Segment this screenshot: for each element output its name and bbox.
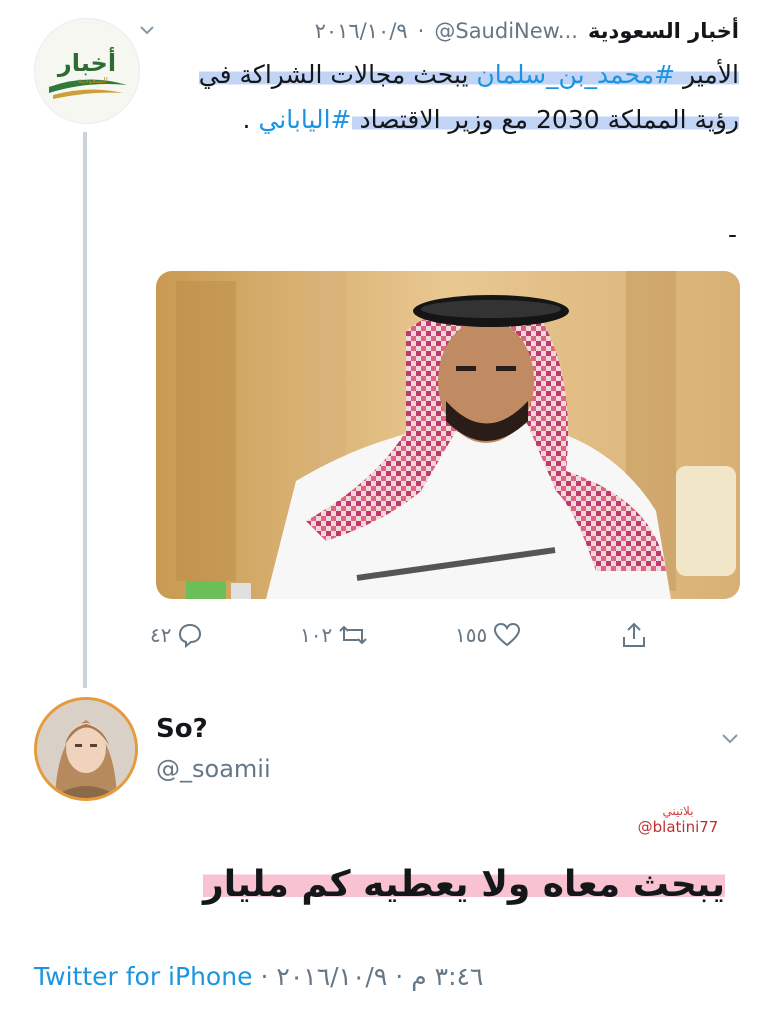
separator-dot: ·: [395, 962, 404, 991]
author-handle[interactable]: @SaudiNew...: [434, 19, 578, 43]
quoted-tweet-text: الأمير #محمد_بن_سلمان يبحث مجالات الشراك…: [149, 52, 739, 142]
share-button[interactable]: [620, 612, 648, 658]
tweet-time: ٣:٤٦ م: [411, 962, 484, 991]
svg-text:السعودية: السعودية: [78, 76, 108, 85]
author-name[interactable]: أخبار السعودية: [588, 19, 739, 43]
reply-author-avatar[interactable]: [34, 697, 138, 801]
author-avatar[interactable]: أخبار السعودية: [34, 18, 140, 124]
reply-text: يبحث معاه ولا يعطيه كم مليار: [202, 864, 725, 905]
reply-tweet-text: يبحث معاه ولا يعطيه كم مليار: [202, 864, 725, 905]
hashtag-link[interactable]: #محمد_بن_سلمان: [476, 60, 675, 89]
watermark-handle: @blatini77: [637, 818, 719, 836]
reply-author-handle[interactable]: @_soamii: [156, 755, 271, 783]
chevron-down-icon[interactable]: [139, 22, 155, 38]
reply-icon: [179, 623, 202, 648]
woman-portrait: [37, 700, 135, 798]
tweet-dash: -: [727, 220, 737, 249]
tweet-text-part: الأمير: [675, 60, 739, 89]
man-in-keffiyeh-photo: [156, 271, 740, 599]
share-icon: [623, 622, 645, 647]
saudi-news-logo: أخبار السعودية: [35, 19, 139, 123]
svg-text:أخبار: أخبار: [57, 47, 116, 77]
retweet-count: ١٠٢: [300, 623, 333, 647]
source-app-link[interactable]: Twitter for iPhone: [34, 962, 252, 991]
hashtag-link[interactable]: #الياباني: [258, 105, 351, 134]
chevron-down-icon[interactable]: [720, 728, 740, 748]
thread-connector-line: [83, 132, 87, 688]
reply-author-name[interactable]: So?: [156, 714, 208, 744]
tweet-photo[interactable]: [156, 271, 740, 599]
reply-button[interactable]: ٤٢: [150, 612, 203, 658]
like-button[interactable]: ١٥٥: [455, 612, 521, 658]
reply-count: ٤٢: [150, 623, 172, 647]
like-count: ١٥٥: [455, 623, 488, 647]
tweet-date[interactable]: ٢٠١٦/١٠/٩: [315, 19, 408, 43]
retweet-button[interactable]: ١٠٢: [300, 612, 368, 658]
separator-dot: ·: [260, 962, 269, 991]
tweet-date: ٢٠١٦/١٠/٩: [276, 962, 388, 991]
retweet-icon: [339, 625, 367, 645]
tweet-metadata: Twitter for iPhone · ٢٠١٦/١٠/٩ · ٣:٤٦ م: [34, 962, 483, 991]
quoted-tweet-actions: ٤٢ ١٠٢ ١٥٥: [150, 612, 670, 658]
heart-icon: [494, 622, 521, 647]
watermark-arabic: بلاتيني: [662, 804, 694, 818]
tweet-text-part: .: [242, 105, 259, 134]
quoted-tweet-header: أخبار السعودية @SaudiNew... · ٢٠١٦/١٠/٩: [139, 14, 739, 48]
separator-dot: ·: [417, 19, 425, 43]
watermark: بلاتيني @blatini77: [628, 804, 728, 836]
